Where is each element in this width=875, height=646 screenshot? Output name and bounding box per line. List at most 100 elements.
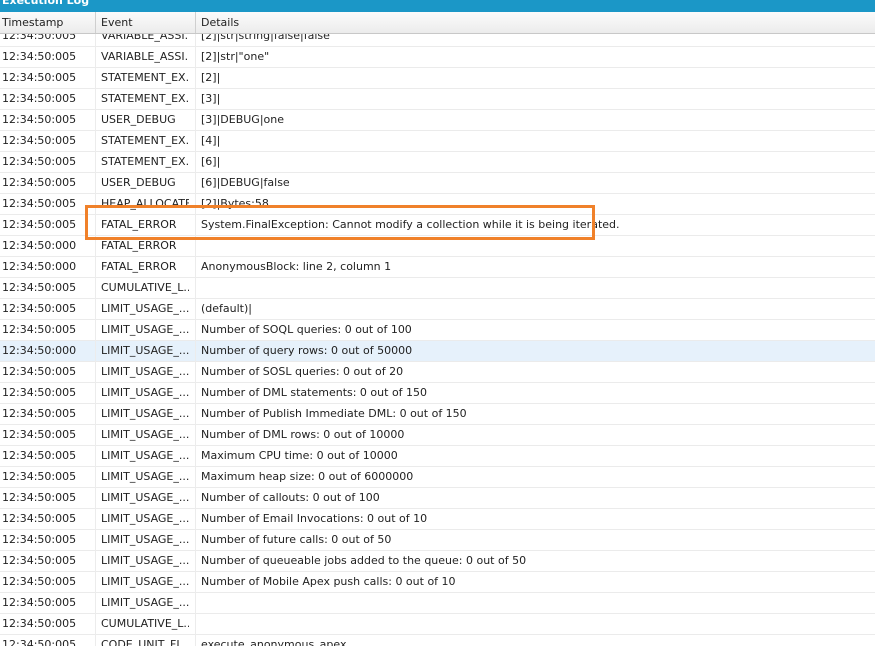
table-row[interactable]: 12:34:50:005 VARIABLE_ASSI... [2]|str|"one… xyxy=(0,47,875,68)
details-cell: (default)| xyxy=(201,302,252,315)
timestamp-cell: 12:34:50:005 xyxy=(2,34,77,42)
event-cell: LIMIT_USAGE_... xyxy=(101,386,189,399)
table-row[interactable]: 12:34:50:005 STATEMENT_EX... [3]| xyxy=(0,89,875,110)
details-cell: Number of Email Invocations: 0 out of 10 xyxy=(201,512,428,525)
event-cell: LIMIT_USAGE_... xyxy=(101,470,189,483)
timestamp-cell: 12:34:50:005 xyxy=(2,113,77,126)
details-cell: [6]|DEBUG|false xyxy=(201,176,290,189)
table-row[interactable]: 12:34:50:005 LIMIT_USAGE_... Number of SOQ… xyxy=(0,320,875,341)
event-cell: LIMIT_USAGE_... xyxy=(101,365,189,378)
timestamp-cell: 12:34:50:005 xyxy=(2,155,77,168)
table-row[interactable]: 12:34:50:005 LIMIT_USAGE_... Number of DML… xyxy=(0,383,875,404)
timestamp-cell: 12:34:50:005 xyxy=(2,638,77,646)
table-row[interactable]: 12:34:50:005 STATEMENT_EX... [4]| xyxy=(0,131,875,152)
details-cell: Number of Publish Immediate DML: 0 out o… xyxy=(201,407,467,420)
details-cell: execute_anonymous_apex xyxy=(201,638,347,646)
event-cell: LIMIT_USAGE_... xyxy=(101,302,189,315)
event-cell: LIMIT_USAGE_... xyxy=(101,575,189,588)
table-row[interactable]: 12:34:50:005 LIMIT_USAGE_... Maximum heap … xyxy=(0,467,875,488)
window-title: Execution Log xyxy=(0,0,875,12)
table-row[interactable]: 12:34:50:005 LIMIT_USAGE_... Number of DML… xyxy=(0,425,875,446)
details-cell: Number of SOSL queries: 0 out of 20 xyxy=(201,365,404,378)
timestamp-cell: 12:34:50:005 xyxy=(2,491,77,504)
log-table-body: 12:34:50:005 VARIABLE_ASSI... [2]|str|stri… xyxy=(0,34,875,646)
table-row[interactable]: 12:34:50:005 LIMIT_USAGE_... Number of Pub… xyxy=(0,404,875,425)
table-row[interactable]: 12:34:50:005 LIMIT_USAGE_... Number of cal… xyxy=(0,488,875,509)
event-cell: FATAL_ERROR xyxy=(101,260,177,273)
timestamp-cell: 12:34:50:005 xyxy=(2,596,77,609)
details-cell: [4]| xyxy=(201,134,221,147)
timestamp-cell: 12:34:50:005 xyxy=(2,71,77,84)
timestamp-cell: 12:34:50:005 xyxy=(2,407,77,420)
timestamp-cell: 12:34:50:005 xyxy=(2,323,77,336)
details-cell: Number of Mobile Apex push calls: 0 out … xyxy=(201,575,456,588)
table-row[interactable]: 12:34:50:005 LIMIT_USAGE_... (default)| xyxy=(0,299,875,320)
event-cell: LIMIT_USAGE_... xyxy=(101,323,189,336)
table-row[interactable]: 12:34:50:005 CUMULATIVE_L... xyxy=(0,614,875,635)
timestamp-cell: 12:34:50:005 xyxy=(2,449,77,462)
details-cell: [6]| xyxy=(201,155,221,168)
table-row[interactable]: 12:34:50:005 LIMIT_USAGE_... Number of Ema… xyxy=(0,509,875,530)
event-cell: CODE_UNIT_FI... xyxy=(101,638,189,646)
event-cell: VARIABLE_ASSI... xyxy=(101,50,189,63)
table-row[interactable]: 12:34:50:005 CUMULATIVE_L... xyxy=(0,278,875,299)
column-resize-handle[interactable] xyxy=(195,12,196,33)
table-row[interactable]: 12:34:50:005 LIMIT_USAGE_... xyxy=(0,593,875,614)
timestamp-cell: 12:34:50:000 xyxy=(2,344,77,357)
event-cell: LIMIT_USAGE_... xyxy=(101,428,189,441)
event-cell: STATEMENT_EX... xyxy=(101,155,189,168)
table-row[interactable]: 12:34:50:000 LIMIT_USAGE_... Number of que… xyxy=(0,341,875,362)
fatal-error-annotation-box xyxy=(85,205,595,240)
table-row[interactable]: 12:34:50:005 LIMIT_USAGE_... Number of SOS… xyxy=(0,362,875,383)
event-cell: CUMULATIVE_L... xyxy=(101,617,189,630)
timestamp-cell: 12:34:50:005 xyxy=(2,554,77,567)
event-cell: STATEMENT_EX... xyxy=(101,134,189,147)
details-cell: [2]|str|"one" xyxy=(201,50,270,63)
timestamp-cell: 12:34:50:005 xyxy=(2,218,77,231)
timestamp-cell: 12:34:50:005 xyxy=(2,197,77,210)
timestamp-cell: 12:34:50:000 xyxy=(2,239,77,252)
table-row[interactable]: 12:34:50:005 STATEMENT_EX... [2]| xyxy=(0,68,875,89)
column-header-bar: Timestamp Event Details xyxy=(0,12,875,34)
event-cell: LIMIT_USAGE_... xyxy=(101,533,189,546)
timestamp-cell: 12:34:50:005 xyxy=(2,617,77,630)
timestamp-cell: 12:34:50:005 xyxy=(2,386,77,399)
table-row[interactable]: 12:34:50:000 FATAL_ERROR AnonymousBlock: l… xyxy=(0,257,875,278)
column-header-details[interactable]: Details xyxy=(201,12,239,33)
timestamp-cell: 12:34:50:005 xyxy=(2,365,77,378)
table-row[interactable]: 12:34:50:005 USER_DEBUG [3]|DEBUG|one xyxy=(0,110,875,131)
column-resize-handle[interactable] xyxy=(95,12,96,33)
details-cell: Maximum CPU time: 0 out of 10000 xyxy=(201,449,398,462)
table-row[interactable]: 12:34:50:005 USER_DEBUG [6]|DEBUG|false xyxy=(0,173,875,194)
table-row[interactable]: 12:34:50:005 LIMIT_USAGE_... Number of Mob… xyxy=(0,572,875,593)
details-cell: [2]|str|string|false|false xyxy=(201,34,330,42)
timestamp-cell: 12:34:50:005 xyxy=(2,470,77,483)
details-cell: Number of DML statements: 0 out of 150 xyxy=(201,386,428,399)
table-row[interactable]: 12:34:50:005 CODE_UNIT_FI... execute_anony… xyxy=(0,635,875,646)
details-cell: AnonymousBlock: line 2, column 1 xyxy=(201,260,392,273)
timestamp-cell: 12:34:50:005 xyxy=(2,302,77,315)
timestamp-cell: 12:34:50:005 xyxy=(2,92,77,105)
details-cell: Number of SOQL queries: 0 out of 100 xyxy=(201,323,412,336)
event-cell: CUMULATIVE_L... xyxy=(101,281,189,294)
details-cell: Number of DML rows: 0 out of 10000 xyxy=(201,428,405,441)
details-cell: [3]|DEBUG|one xyxy=(201,113,285,126)
details-cell: Number of queueable jobs added to the qu… xyxy=(201,554,527,567)
column-header-timestamp[interactable]: Timestamp xyxy=(2,12,63,33)
table-row[interactable]: 12:34:50:005 VARIABLE_ASSI... [2]|str|stri… xyxy=(0,34,875,47)
table-row[interactable]: 12:34:50:005 STATEMENT_EX... [6]| xyxy=(0,152,875,173)
timestamp-cell: 12:34:50:000 xyxy=(2,260,77,273)
details-cell: Number of query rows: 0 out of 50000 xyxy=(201,344,413,357)
details-cell xyxy=(201,278,871,298)
event-cell: LIMIT_USAGE_... xyxy=(101,596,189,609)
event-cell: LIMIT_USAGE_... xyxy=(101,512,189,525)
details-cell: Number of callouts: 0 out of 100 xyxy=(201,491,380,504)
details-cell: [3]| xyxy=(201,92,221,105)
column-header-event[interactable]: Event xyxy=(101,12,133,33)
details-cell: [2]| xyxy=(201,71,221,84)
table-row[interactable]: 12:34:50:005 LIMIT_USAGE_... Number of fut… xyxy=(0,530,875,551)
event-cell: USER_DEBUG xyxy=(101,176,176,189)
details-cell: Maximum heap size: 0 out of 6000000 xyxy=(201,470,414,483)
table-row[interactable]: 12:34:50:005 LIMIT_USAGE_... Number of que… xyxy=(0,551,875,572)
table-row[interactable]: 12:34:50:005 LIMIT_USAGE_... Maximum CPU t… xyxy=(0,446,875,467)
